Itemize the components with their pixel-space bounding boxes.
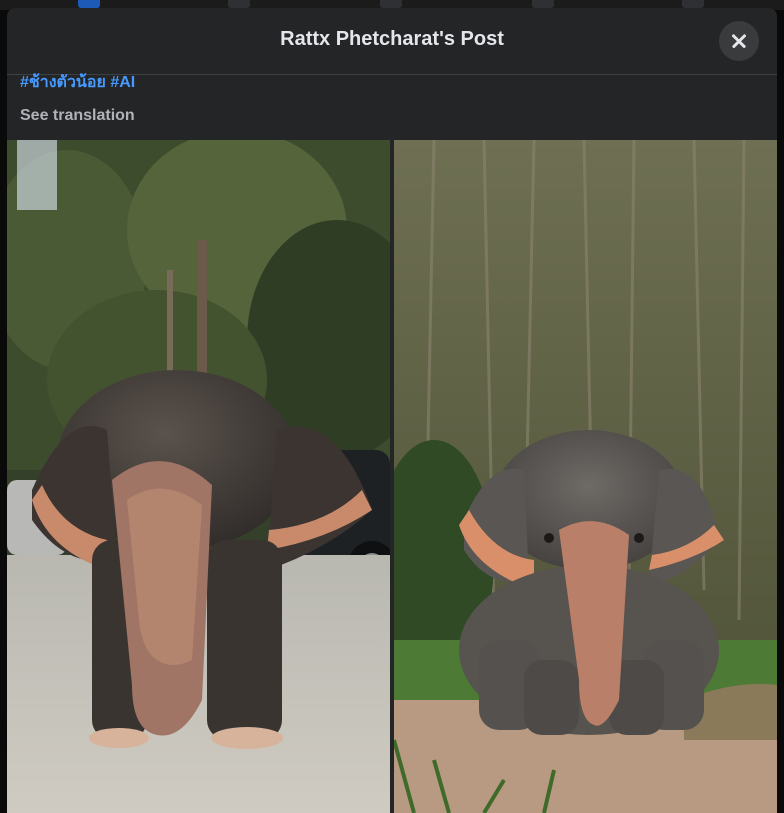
dialog-header: Rattx Phetcharat's Post bbox=[7, 8, 777, 75]
hashtag-link[interactable]: #ช้างตัวน้อย bbox=[20, 74, 106, 91]
post-photo-right[interactable] bbox=[394, 140, 777, 813]
hashtag-link[interactable]: #AI bbox=[110, 74, 135, 91]
elephant-photo-left bbox=[7, 140, 390, 813]
see-translation-link[interactable]: See translation bbox=[20, 107, 135, 125]
close-button[interactable] bbox=[719, 21, 759, 61]
dialog-title: Rattx Phetcharat's Post bbox=[280, 28, 504, 50]
post-dialog: Rattx Phetcharat's Post #ช้างตัวน้อย #AI… bbox=[7, 8, 777, 813]
marketplace-tab[interactable] bbox=[380, 0, 402, 8]
groups-tab[interactable] bbox=[532, 0, 554, 8]
elephant-photo-right bbox=[394, 140, 777, 813]
gaming-tab[interactable] bbox=[682, 0, 704, 8]
video-tab[interactable] bbox=[228, 0, 250, 8]
post-photo-left[interactable] bbox=[7, 140, 390, 813]
home-tab[interactable] bbox=[78, 0, 100, 8]
hashtag-line: #ช้างตัวน้อย #AI bbox=[20, 74, 135, 92]
